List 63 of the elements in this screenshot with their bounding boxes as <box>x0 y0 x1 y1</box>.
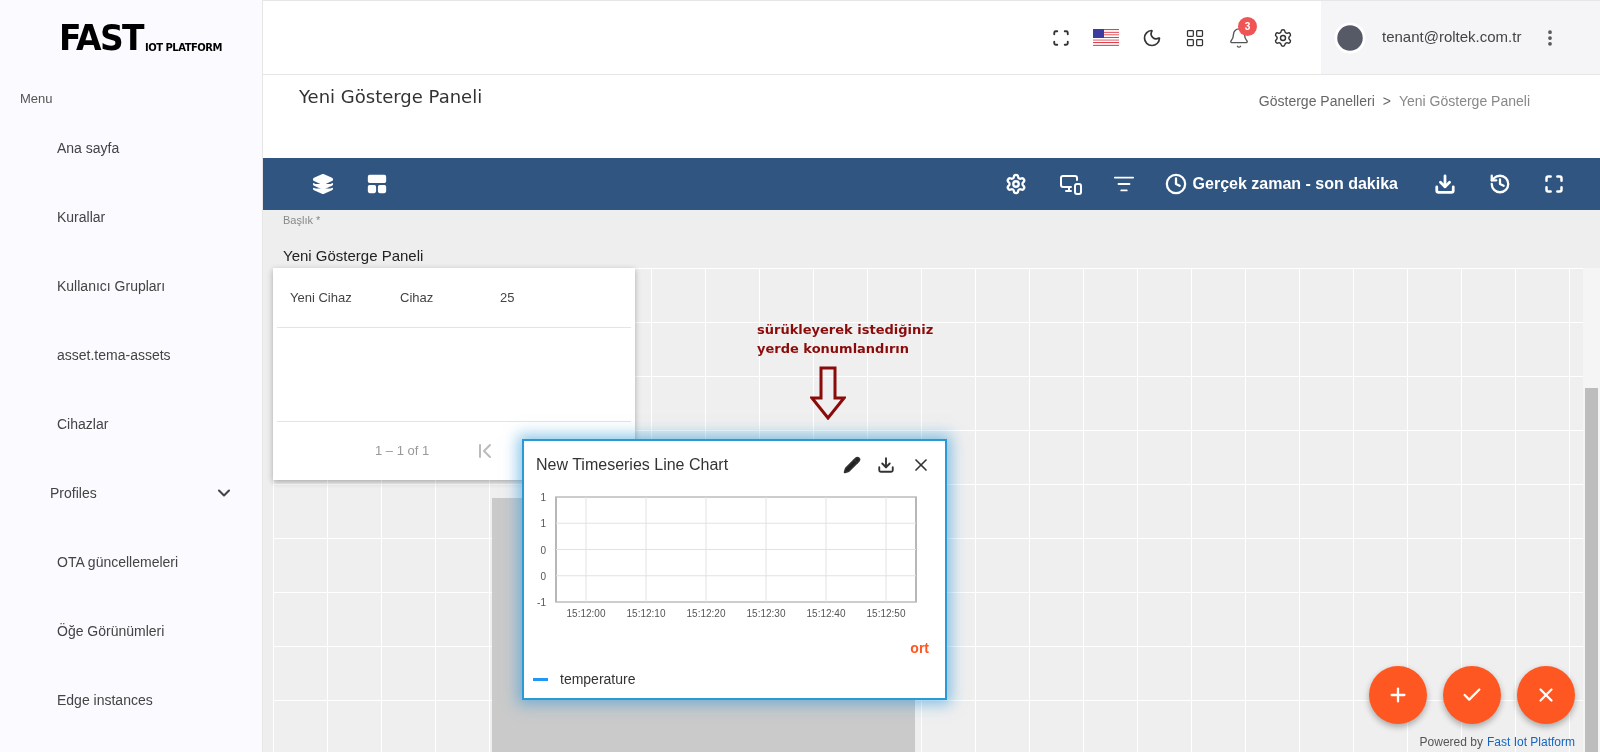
save-button[interactable] <box>1443 666 1501 724</box>
sidebar-group[interactable]: Profiles <box>0 458 262 528</box>
breadcrumb-current: Yeni Gösterge Paneli <box>1398 92 1530 111</box>
y-tick-label: -1 <box>537 597 546 608</box>
add-button[interactable] <box>1369 666 1427 724</box>
sidebar-item[interactable]: Cihazlar <box>0 389 262 459</box>
scrollbar[interactable] <box>1583 268 1600 752</box>
powered-by-text: Powered by <box>1419 734 1483 751</box>
devices-icon[interactable] <box>1058 172 1083 196</box>
x-tick-label: 15:12:50 <box>866 608 906 619</box>
scrollbar-thumb[interactable] <box>1585 388 1598 752</box>
y-tick-label: 0 <box>540 544 546 556</box>
widget-title: New Timeseries Line Chart <box>536 455 730 475</box>
notification-badge: 3 <box>1238 16 1257 36</box>
sidebar-item[interactable]: Öğe Görünümleri <box>0 596 262 666</box>
download-icon[interactable] <box>1434 173 1456 195</box>
x-tick-label: 15:12:40 <box>806 608 846 619</box>
sidebar-item[interactable]: Edge instances <box>0 665 262 735</box>
x-tick-label: 15:12:10 <box>626 608 666 619</box>
sidebar-item[interactable]: asset.tema-assets <box>0 320 262 390</box>
page-title: Yeni Gösterge Paneli <box>299 85 483 109</box>
settings-icon[interactable] <box>1004 173 1027 195</box>
x-tick-label: 15:12:00 <box>566 608 606 619</box>
settings-icon[interactable] <box>1273 27 1293 48</box>
x-tick-label: 15:12:30 <box>746 608 786 619</box>
sidebar-item[interactable]: Kurallar <box>0 182 262 252</box>
grid-icon[interactable] <box>1185 27 1205 48</box>
title-field[interactable]: Başlık * Yeni Gösterge Paneli <box>263 210 1600 268</box>
pagination-label: 1 – 1 of 1 <box>375 442 430 461</box>
flag-icon[interactable] <box>1093 29 1119 46</box>
menu-heading: Menu <box>19 90 54 108</box>
logo: FASTIOT PLATFORM <box>59 21 222 54</box>
table-cell-text: 25 <box>500 288 515 307</box>
cancel-button[interactable] <box>1517 666 1575 724</box>
platform-link[interactable]: Fast Iot Platform <box>1486 733 1575 751</box>
table-cell-text: Yeni Cihaz <box>290 288 353 307</box>
user-menu[interactable]: tenant@roltek.com.tr <box>1321 1 1600 74</box>
down-arrow-icon <box>810 366 846 420</box>
fullscreen-icon[interactable] <box>1544 174 1564 194</box>
avatar-icon <box>1333 20 1367 55</box>
x-tick-label: 15:12:20 <box>686 608 726 619</box>
sidebar-item[interactable]: Kullanıcı Grupları <box>0 251 262 321</box>
edit-icon[interactable] <box>843 456 861 474</box>
layout-icon[interactable] <box>366 173 388 195</box>
table-cell-text: Cihaz <box>400 288 435 307</box>
chart-widget[interactable]: New Timeseries Line Chart 1 1 0 0 -1 15:12:00 15:12:10 15:12:20 15:12:30 15:12:40 15:12:50 ort temperature <box>522 439 947 700</box>
legend-label: temperature <box>560 670 636 689</box>
breadcrumb-link[interactable]: Gösterge Panelleri <box>1258 91 1375 112</box>
sidebar-item[interactable]: OTA güncellemeleri <box>0 527 262 597</box>
layers-icon[interactable] <box>312 173 334 195</box>
y-tick-label: 0 <box>540 570 546 582</box>
extra-label: ort <box>910 639 929 658</box>
clock-icon <box>1164 173 1187 195</box>
y-tick-label: 1 <box>540 518 546 530</box>
sidebar-item[interactable]: Ana sayfa <box>0 113 262 183</box>
y-tick-label: 1 <box>540 492 546 503</box>
history-icon[interactable] <box>1489 173 1511 195</box>
fullscreen-icon[interactable] <box>1052 28 1070 47</box>
download-icon[interactable] <box>877 456 895 474</box>
moon-icon[interactable] <box>1142 27 1162 48</box>
breadcrumb-separator: > <box>1382 92 1391 111</box>
drag-hint: sürükleyerek istediğiniz yerde konumlandırın <box>757 321 934 358</box>
timewindow-button[interactable]: Gerçek zaman - son dakika <box>1164 172 1398 196</box>
